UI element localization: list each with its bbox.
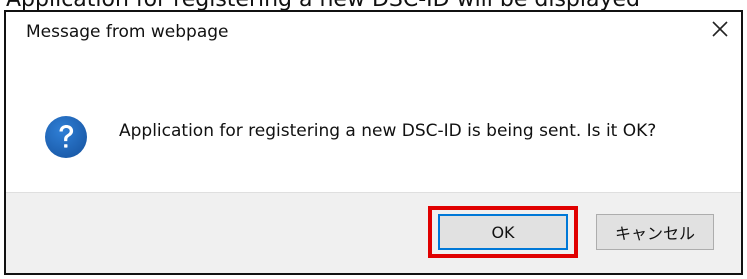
dialog-title: Message from webpage (26, 22, 229, 42)
close-icon[interactable] (709, 18, 731, 40)
dialog-title-bar: Message from webpage (6, 12, 741, 52)
message-dialog: Message from webpage Application for reg… (4, 10, 743, 275)
dialog-body: Application for registering a new DSC-ID… (6, 52, 741, 197)
dialog-message: Application for registering a new DSC-ID… (119, 121, 657, 141)
question-icon (45, 116, 87, 158)
dialog-footer: OK キャンセル (6, 192, 741, 273)
page: Application for registering a new DSC-ID… (0, 0, 747, 279)
cancel-button[interactable]: キャンセル (596, 214, 714, 250)
ok-button-highlight (428, 206, 578, 258)
